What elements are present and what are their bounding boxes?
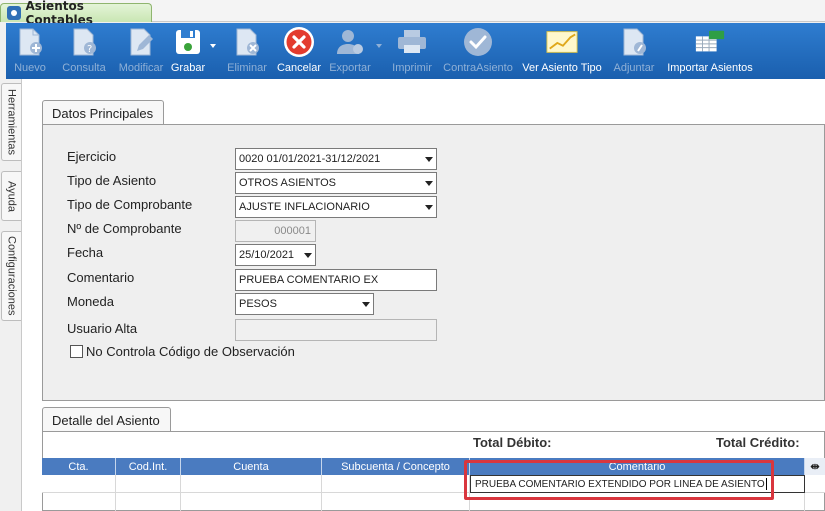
column-header-cod-int[interactable]: Cod.Int. (116, 458, 181, 475)
modificar-button[interactable]: Modificar (114, 23, 168, 79)
empty-cell (322, 493, 470, 511)
column-header-subcuenta[interactable]: Subcuenta / Concepto (322, 458, 470, 475)
chevron-down-icon (422, 197, 436, 217)
imprimir-button[interactable]: Imprimir (386, 23, 438, 79)
tipo-asiento-select[interactable]: OTROS ASIENTOS (235, 172, 437, 194)
empty-cell (181, 493, 322, 511)
main-toolbar: Nuevo ? Consulta Modificar Grabar Elimin… (6, 23, 825, 79)
attach-document-icon (618, 26, 650, 58)
importar-asientos-button[interactable]: Importar Asientos (662, 23, 758, 79)
comentario-input[interactable]: PRUEBA COMENTARIO EX (235, 269, 437, 291)
exportar-dropdown-icon[interactable] (376, 44, 382, 48)
eliminar-button[interactable]: Eliminar (220, 23, 274, 79)
fecha-date-picker[interactable]: 25/10/2021 (235, 244, 316, 266)
side-tab-herramientas[interactable]: Herramientas (1, 83, 21, 161)
excel-import-icon (694, 26, 726, 58)
total-credito-label: Total Crédito: (716, 435, 800, 450)
cancelar-button[interactable]: Cancelar (274, 23, 324, 79)
chevron-down-icon (422, 149, 436, 169)
tab-asientos-contables[interactable]: Asientos Contables (0, 0, 152, 27)
consulta-button[interactable]: ? Consulta (54, 23, 114, 79)
column-resize-icon[interactable]: ⇹ (805, 458, 825, 475)
query-document-icon: ? (68, 26, 100, 58)
side-tab-ayuda[interactable]: Ayuda (1, 171, 21, 221)
new-document-icon (14, 26, 46, 58)
tab-datos-principales[interactable]: Datos Principales (42, 100, 164, 125)
empty-cell (42, 493, 116, 511)
delete-document-icon (231, 26, 263, 58)
chevron-down-icon (301, 245, 315, 265)
moneda-label: Moneda (67, 294, 114, 309)
save-icon (172, 26, 204, 58)
ejercicio-select[interactable]: 0020 01/01/2021-31/12/2021 (235, 148, 437, 170)
check-circle-icon (462, 26, 494, 58)
no-controla-checkbox[interactable] (70, 345, 83, 358)
cell-cod-int[interactable] (116, 475, 181, 493)
nuevo-button[interactable]: Nuevo (6, 23, 54, 79)
cancel-icon (283, 26, 315, 58)
cell-cuenta[interactable] (181, 475, 322, 493)
side-tab-bar: Herramientas Ayuda Configuraciones (0, 79, 22, 511)
usuario-alta-label: Usuario Alta (67, 321, 138, 336)
tab-detalle-asiento[interactable]: Detalle del Asiento (42, 407, 171, 432)
column-header-cta[interactable]: Cta. (42, 458, 116, 475)
main-content: Datos Principales Ejercicio 0020 01/01/2… (22, 79, 825, 511)
exportar-button[interactable]: Exportar (324, 23, 386, 79)
column-header-cuenta[interactable]: Cuenta (181, 458, 322, 475)
chevron-down-icon (422, 173, 436, 193)
cell-cta[interactable] (42, 475, 116, 493)
ejercicio-label: Ejercicio (67, 149, 117, 164)
edit-document-icon (125, 26, 157, 58)
contraasiento-button[interactable]: ContraAsiento (438, 23, 518, 79)
moneda-select[interactable]: PESOS (235, 293, 374, 315)
tipo-comprobante-label: Tipo de Comprobante (67, 197, 193, 212)
empty-cell (116, 493, 181, 511)
export-user-icon (334, 26, 366, 58)
nro-comprobante-field: 000001 (235, 220, 316, 242)
printer-icon (396, 26, 428, 58)
nro-comprobante-label: Nº de Comprobante (67, 221, 182, 236)
tipo-comprobante-select[interactable]: AJUSTE INFLACIONARIO (235, 196, 437, 218)
fecha-label: Fecha (67, 245, 104, 260)
no-controla-label: No Controla Código de Observación (86, 344, 295, 359)
annotation-highlight-box (464, 460, 774, 500)
chart-icon (546, 26, 578, 58)
cell-extra (805, 475, 825, 493)
svg-text:?: ? (87, 44, 92, 55)
tipo-asiento-label: Tipo de Asiento (67, 173, 157, 188)
usuario-alta-field (235, 319, 437, 341)
adjuntar-button[interactable]: Adjuntar (606, 23, 662, 79)
side-tab-configuraciones[interactable]: Configuraciones (1, 231, 21, 321)
app-tab-icon (7, 6, 21, 20)
document-tab-strip: Asientos Contables (0, 0, 825, 27)
grabar-dropdown-icon[interactable] (210, 44, 216, 48)
comentario-label: Comentario (67, 270, 135, 285)
cell-subcuenta[interactable] (322, 475, 470, 493)
total-debito-label: Total Débito: (473, 435, 552, 450)
chevron-down-icon (359, 294, 373, 314)
grabar-button[interactable]: Grabar (168, 23, 220, 79)
ver-asiento-tipo-button[interactable]: Ver Asiento Tipo (518, 23, 606, 79)
